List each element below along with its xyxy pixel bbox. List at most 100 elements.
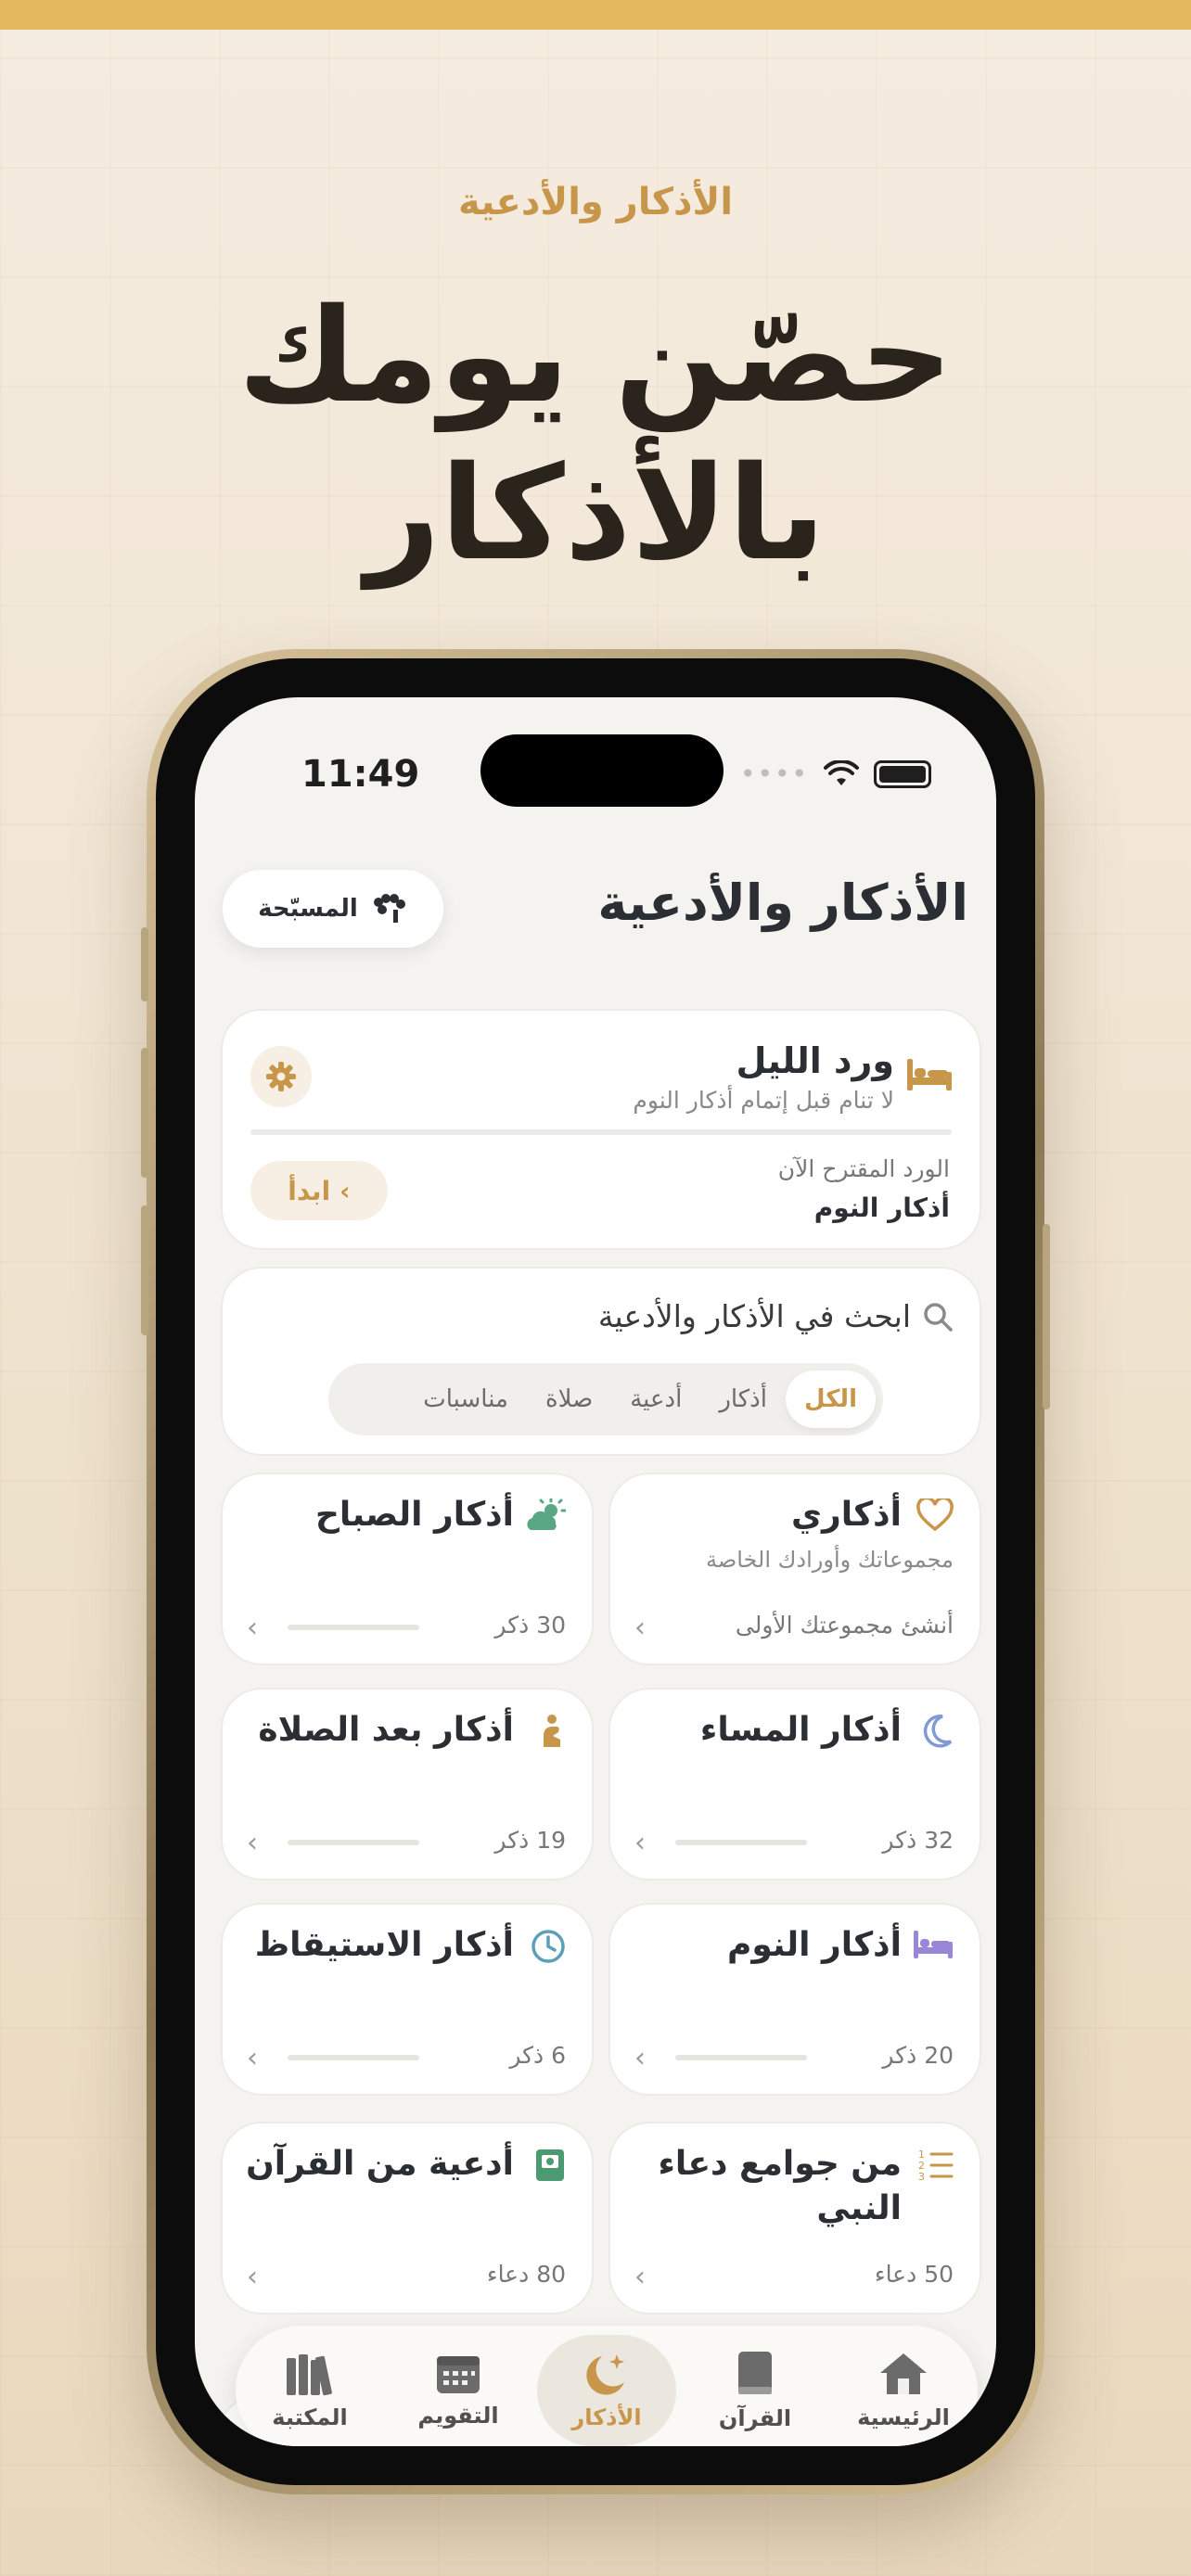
chevron-left-icon: ‹ [247,1612,258,1644]
category-title: أذكار الاستيقاظ [254,1926,514,1964]
chip-prayer[interactable]: صلاة [527,1371,611,1428]
category-title: أذكار الصباح [314,1496,514,1534]
sun-cloud-icon [527,1498,566,1530]
tab-quran[interactable]: القرآن [685,2335,825,2446]
search-card: ابحث في الأذكار والأدعية الكل أذكار أدعي… [221,1267,981,1456]
category-count: 20 ذكر [882,2042,954,2069]
misbaha-button[interactable]: المسبّحة [223,870,443,948]
progress-bar [675,1840,807,1845]
category-count: 19 ذكر [494,1827,566,1854]
start-label: ابدأ [288,1175,331,1206]
progress-bar [288,1625,419,1630]
svg-text:3: 3 [918,2171,925,2183]
category-card-sleep[interactable]: أذكار النوم 20 ذكر ‹ [608,1903,981,2096]
category-title: أذكار النوم [726,1926,902,1964]
promo-headline: حصّن يومك بالأذكار [0,278,1191,593]
wird-divider [250,1129,952,1135]
chevron-left-icon: ‹ [247,2042,258,2074]
quran-book-icon [536,2149,564,2181]
tab-library[interactable]: المكتبة [240,2335,379,2446]
category-title: أذكار المساء [699,1711,902,1749]
category-card-quran-duas[interactable]: أدعية من القرآن 80 دعاء ‹ [221,2122,594,2315]
category-title: أذكاري [791,1496,902,1534]
search-placeholder: ابحث في الأذكار والأدعية [597,1298,911,1334]
tab-calendar-label: التقويم [417,2403,499,2429]
phone-bezel: 11:49 •••• الأذكار والأدعية المسبّحة ورد… [156,658,1035,2485]
category-card-my-adhkar[interactable]: أذكاري مجموعاتك وأورادك الخاصة أنشئ مجمو… [608,1473,981,1665]
power-button [1043,1224,1050,1409]
tab-home[interactable]: الرئيسية [834,2335,973,2446]
tab-calendar[interactable]: التقويم [389,2335,528,2446]
tab-adhkar-label: الأذكار [571,2404,642,2430]
bed-icon [907,1059,952,1090]
side-button [141,927,148,1001]
chevron-left-icon: ‹ [634,2042,646,2074]
status-icons: •••• [740,759,931,789]
filter-chips: الكل أذكار أدعية صلاة مناسبات [328,1363,883,1435]
category-count: 32 ذكر [882,1827,954,1854]
progress-bar [288,1840,419,1845]
category-count: 50 دعاء [874,2261,954,2288]
search-icon [924,1302,953,1332]
wird-settings-button[interactable] [250,1046,312,1107]
home-icon [880,2353,927,2394]
category-title: أدعية من القرآن [246,2145,514,2183]
category-count: 6 ذكر [509,2042,566,2069]
app-screen: 11:49 •••• الأذكار والأدعية المسبّحة ورد… [195,697,996,2446]
tab-home-label: الرئيسية [857,2404,950,2430]
dynamic-island [480,734,724,807]
chip-duas[interactable]: أدعية [611,1371,700,1428]
heart-icon [916,1498,954,1532]
moon-icon [923,1715,953,1748]
category-count: 30 ذكر [494,1612,566,1639]
chevron-left-icon: ‹ [247,1827,258,1859]
battery-icon [874,759,931,788]
chip-all[interactable]: الكل [785,1371,876,1428]
phone-frame: 11:49 •••• الأذكار والأدعية المسبّحة ورد… [141,649,1050,2494]
wird-card[interactable]: ورد الليل لا تنام قبل إتمام أذكار النوم [221,1009,981,1250]
bottom-tab-bar: الرئيسية القرآن الأذكار التقويم المكتبة [236,2326,978,2446]
bed-icon [914,1931,953,1958]
misbaha-label: المسبّحة [258,895,358,923]
wird-suggested-name: أذكار النوم [813,1192,950,1223]
category-count: أنشئ مجموعتك الأولى [735,1612,954,1639]
quran-icon [738,2352,772,2394]
numbered-list-icon: 1 2 3 [918,2149,954,2183]
chevron-left-icon: ‹ [634,1612,646,1644]
promo-kicker: الأذكار والأدعية [457,181,734,223]
status-time: 11:49 [301,753,420,796]
chevron-left-icon: ‹ [339,1175,351,1206]
wird-title: ورد الليل [736,1040,894,1081]
wifi-icon [824,759,859,785]
category-card-evening[interactable]: أذكار المساء 32 ذكر ‹ [608,1688,981,1881]
chevron-left-icon: ‹ [634,2261,646,2293]
top-accent-bar [0,0,1191,30]
wird-subtitle: لا تنام قبل إتمام أذكار النوم [633,1087,894,1114]
signal-dots-icon: •••• [739,759,809,789]
start-button[interactable]: ابدأ ‹ [250,1161,388,1220]
volume-down-button [141,1205,148,1335]
category-card-waking[interactable]: أذكار الاستيقاظ 6 ذكر ‹ [221,1903,594,2096]
prayer-icon [544,1715,560,1747]
category-card-prophet-duas[interactable]: 1 2 3 من جوامع دعاء النبي 50 دعاء ‹ [608,2122,981,2315]
volume-up-button [141,1048,148,1178]
category-card-after-prayer[interactable]: أذكار بعد الصلاة 19 ذكر ‹ [221,1688,594,1881]
search-input[interactable]: ابحث في الأذكار والأدعية [598,1298,954,1334]
category-title: أذكار بعد الصلاة [258,1711,514,1749]
category-count: 80 دعاء [486,2261,566,2288]
gear-icon [266,1062,296,1091]
category-card-morning[interactable]: أذكار الصباح 30 ذكر ‹ [221,1473,594,1665]
library-books-icon [287,2354,332,2396]
tab-adhkar[interactable]: الأذكار [537,2335,676,2446]
page-title: الأذكار والأدعية [597,874,968,932]
category-subtitle: مجموعاتك وأورادك الخاصة [705,1547,954,1573]
calendar-icon [437,2356,480,2393]
chip-occasions[interactable]: مناسبات [404,1371,527,1428]
chip-adhkar[interactable]: أذكار [700,1371,786,1428]
progress-bar [288,2055,419,2060]
category-title: من جوامع دعاء النبي [658,2145,902,2227]
tab-library-label: المكتبة [272,2404,348,2430]
chevron-left-icon: ‹ [247,2261,258,2293]
headline-line-2: بالأذكار [365,439,826,590]
misbaha-beads-icon [373,894,405,923]
